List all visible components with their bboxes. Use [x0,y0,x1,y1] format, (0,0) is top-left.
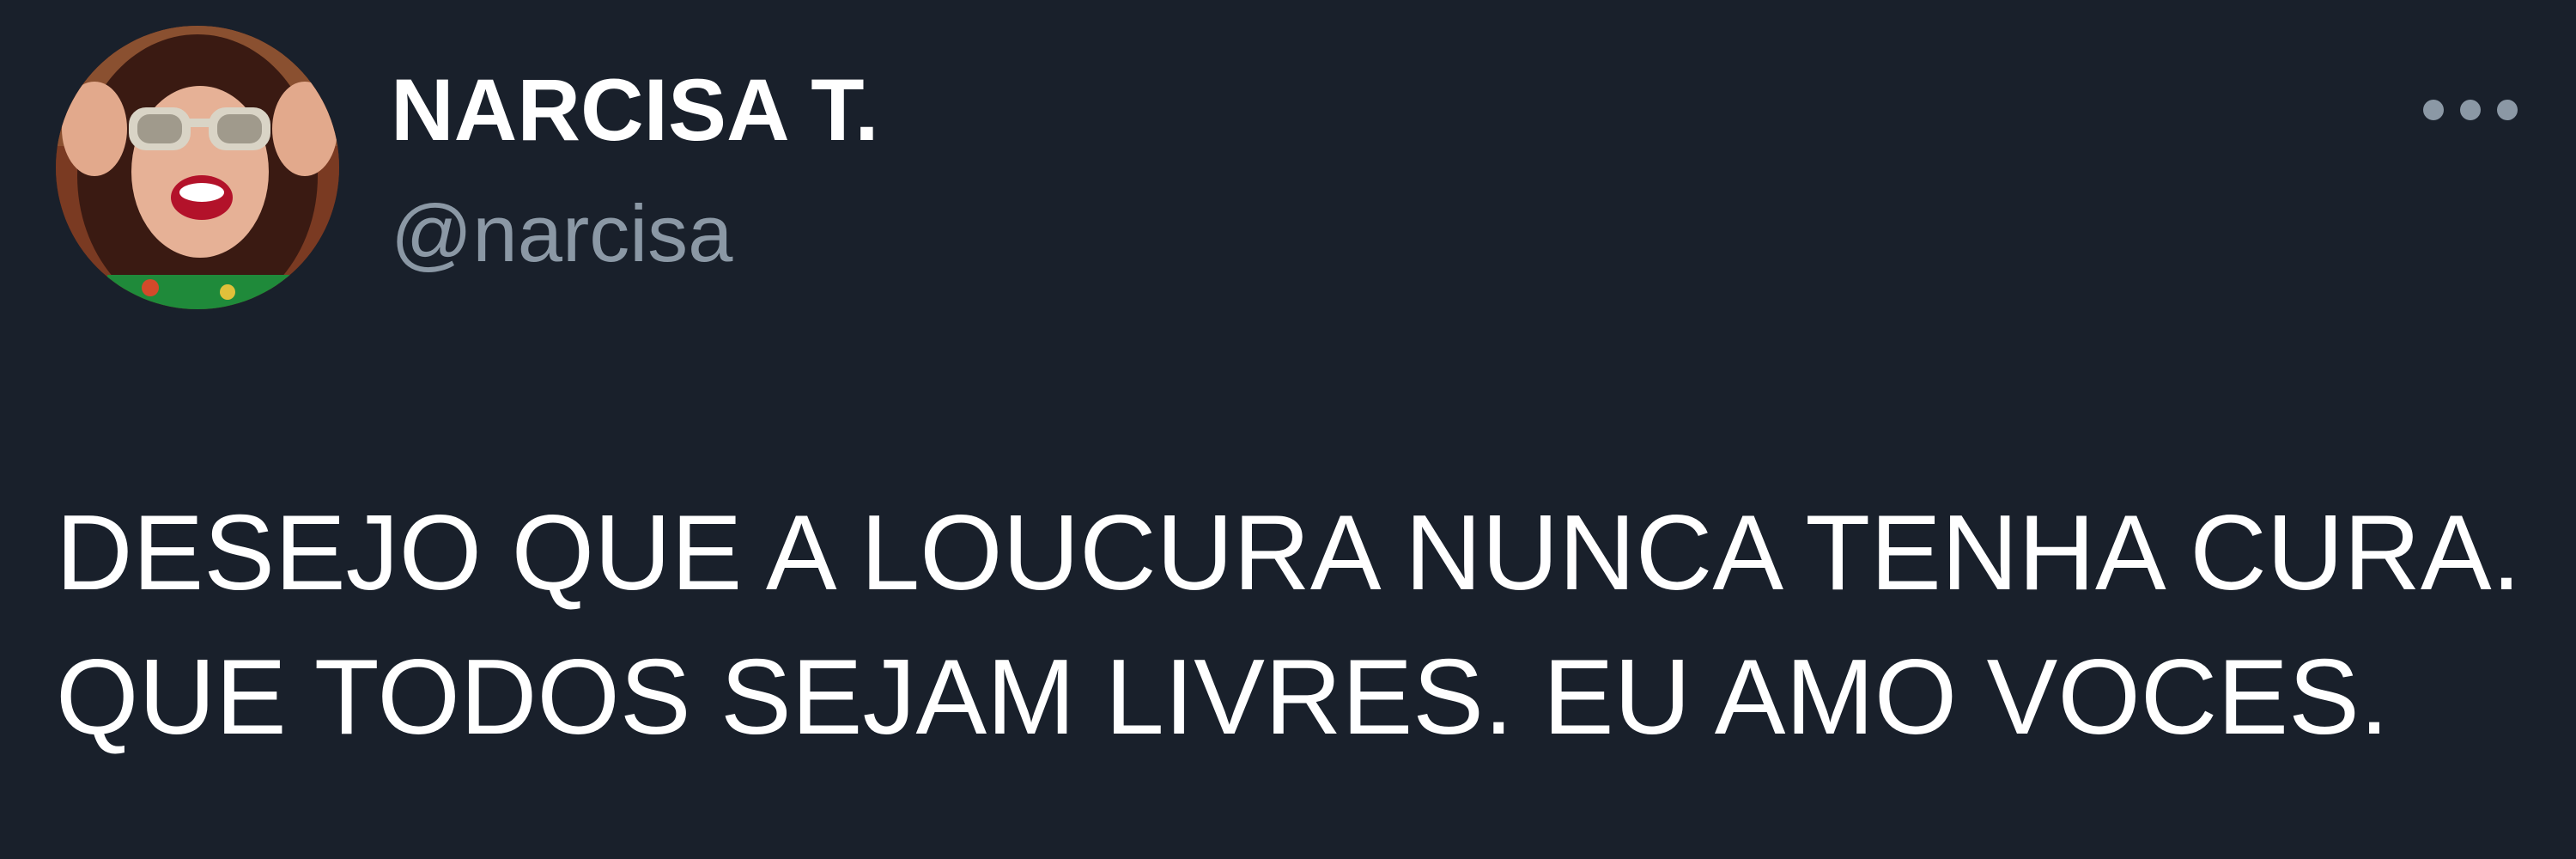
more-dot [2460,100,2481,120]
avatar[interactable] [56,26,339,309]
author-handle[interactable]: @narcisa [391,182,732,285]
tweet-text-line: DESEJO QUE A LOUCURA NUNCA TENHA CURA. [56,494,2522,612]
more-dot [2423,100,2444,120]
more-dot [2497,100,2518,120]
author-display-name[interactable]: NARCISA T. [391,58,879,161]
tweet-text-line: QUE TODOS SEJAM LIVRES. EU AMO VOCES. [56,638,2390,757]
tweet-text: DESEJO QUE A LOUCURA NUNCA TENHA CURA. Q… [56,481,2529,770]
more-options-icon[interactable] [2423,86,2518,134]
tweet-card: NARCISA T. @narcisa DESEJO QUE A LOUCURA… [0,0,2576,859]
